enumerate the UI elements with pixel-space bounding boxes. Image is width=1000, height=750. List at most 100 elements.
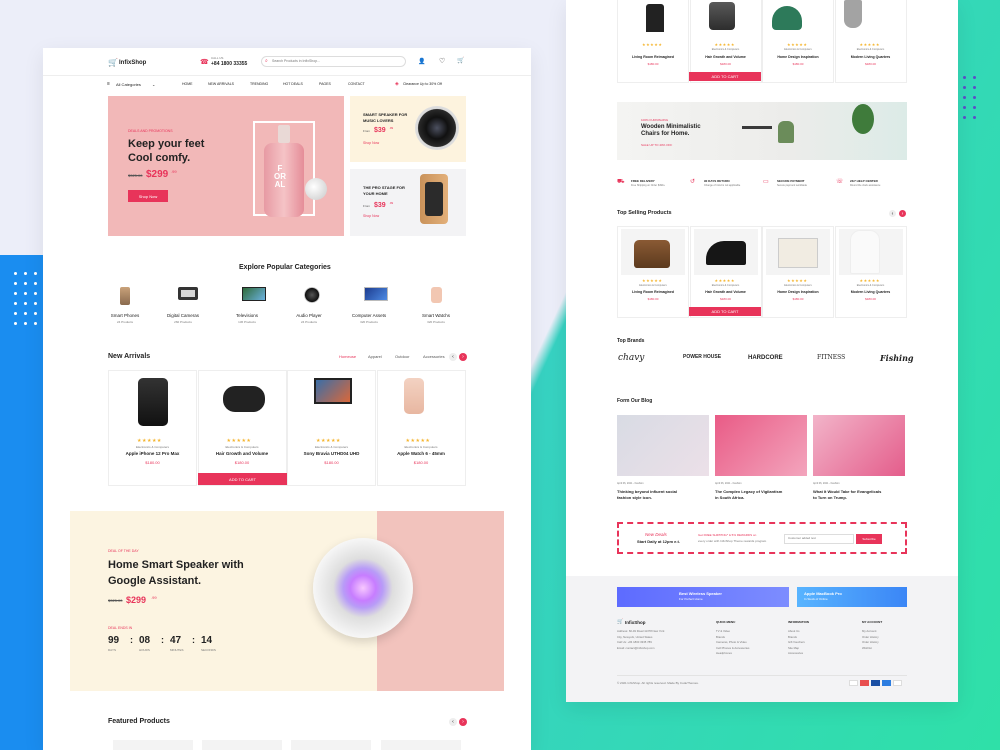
tab-homeuse[interactable]: Homeuse <box>339 355 356 359</box>
footer-link[interactable]: Cell Phones & Accessories <box>716 646 749 650</box>
featured-title: Featured Products <box>108 718 170 725</box>
featured-prev-button[interactable]: ‹ <box>449 718 457 726</box>
blog-image[interactable] <box>617 415 709 476</box>
category-name[interactable]: Digital Cameras <box>163 313 203 319</box>
category-name[interactable]: Smart Watchs <box>416 313 456 319</box>
nav-item-contact[interactable]: CONTACT <box>348 82 365 87</box>
side-banner-soundbar[interactable] <box>350 169 466 236</box>
top-selling-prev-button[interactable]: ‹ <box>889 210 896 217</box>
search-icon: ⌕ <box>265 58 268 64</box>
footer-link[interactable]: About Us <box>788 630 800 633</box>
product-name[interactable]: Modern Living Quarters <box>835 55 907 60</box>
product-name[interactable]: Apple iPhone 12 Pro Max <box>108 451 197 457</box>
watch-icon[interactable] <box>431 287 442 303</box>
product-image <box>646 4 664 32</box>
nav-item-hot-deals[interactable]: HOT DEALS <box>283 82 303 87</box>
speaker-icon[interactable] <box>304 287 320 303</box>
add-to-cart-button[interactable]: ADD TO CART <box>689 307 761 316</box>
add-to-cart-button[interactable]: ADD TO CART <box>198 473 287 485</box>
blog-image[interactable] <box>715 415 807 476</box>
tab-apparel[interactable]: Apparel <box>368 355 382 359</box>
product-name[interactable]: Hair Growth and Volume <box>198 451 287 457</box>
featured-card[interactable] <box>381 740 461 750</box>
heart-icon[interactable]: ♡ <box>439 57 445 65</box>
copyright: © 2021 InfixShop. All rights reserved. M… <box>617 681 699 685</box>
footer-link[interactable]: TV & Video <box>716 630 730 633</box>
user-icon[interactable]: 👤 <box>418 58 425 65</box>
promo-speaker-banner[interactable] <box>617 587 789 607</box>
blog-title-line1[interactable]: The Complex Legacy of Vigilantism <box>715 490 782 494</box>
product-name[interactable]: Living Room Reimagined <box>617 290 689 295</box>
nav-item-new-arrivals[interactable]: NEW ARRIVALS <box>208 82 234 87</box>
side-banner-2-link[interactable]: Shop Now <box>363 214 379 219</box>
footer-link[interactable]: Wishlist <box>862 646 872 650</box>
category-name[interactable]: Smart Phones <box>105 313 145 319</box>
blog-title-line1[interactable]: What It Would Take for Evangelicals <box>813 490 881 494</box>
footer-link[interactable]: Cameras, Photo & Video <box>716 641 747 644</box>
rating-stars: ★★★★★ <box>137 438 162 444</box>
footer-link[interactable]: Order History <box>862 641 879 644</box>
prev-arrow-button[interactable]: ‹ <box>449 353 457 361</box>
brand-power-house[interactable]: POWER HOUSE <box>683 355 721 360</box>
blog-title-line1[interactable]: Thinking beyond influent social <box>617 490 677 494</box>
featured-card[interactable] <box>202 740 282 750</box>
homepod-image <box>313 538 413 638</box>
blog-title-line2[interactable]: in South Africa. <box>715 496 744 500</box>
category-name[interactable]: Computer Assets <box>349 313 389 319</box>
phone-icon[interactable] <box>120 287 130 305</box>
footer-link[interactable]: Brands <box>716 635 725 639</box>
brand-fitness[interactable]: FITNESS <box>817 355 845 361</box>
category-name[interactable]: Televisions <box>227 313 267 319</box>
hero-shop-now-button[interactable]: Shop Now <box>128 190 168 202</box>
product-name[interactable]: Hair Growth and Volume <box>690 55 762 60</box>
tab-accessories[interactable]: Accessories <box>423 355 445 359</box>
footer-link[interactable]: My Account <box>862 630 876 633</box>
add-to-cart-button[interactable]: ADD TO CART <box>689 72 761 81</box>
featured-card[interactable] <box>291 740 371 750</box>
clearance-promo[interactable]: Clearance Up to 30% Off <box>403 82 442 87</box>
footer-link[interactable]: Order History <box>862 635 879 639</box>
product-image <box>706 241 746 265</box>
product-name[interactable]: Home Design Inspiration <box>762 290 834 295</box>
brand-logo[interactable]: InfixShop <box>119 60 146 66</box>
blog-title-line2[interactable]: to Turn on Trump. <box>813 496 847 500</box>
cart-icon[interactable]: 🛒 <box>457 57 464 64</box>
laptop-icon[interactable] <box>364 287 388 301</box>
category-name[interactable]: Audio Player <box>289 313 329 319</box>
next-arrow-button[interactable]: › <box>459 353 467 361</box>
tv-icon[interactable] <box>242 287 266 301</box>
tab-outdoor[interactable]: Outdoor <box>395 355 409 359</box>
footer-link[interactable]: Brands <box>788 635 797 639</box>
product-name[interactable]: Home Design Inspiration <box>762 55 834 60</box>
subscribe-button[interactable]: Subscribe <box>856 534 882 544</box>
brand-chavy[interactable]: chavy <box>618 354 644 363</box>
blog-title-line2[interactable]: fashion style icon. <box>617 496 652 500</box>
side-banner-1-link[interactable]: Shop Now <box>363 141 379 146</box>
footer-link[interactable]: Site Map <box>788 646 799 650</box>
nav-item-home[interactable]: HOME <box>182 82 193 87</box>
all-categories-dropdown[interactable]: All Categories <box>116 83 141 87</box>
side-banner-2-price: $39 <box>374 202 386 209</box>
footer-link[interactable]: Gift Vouchers <box>788 641 805 644</box>
menu-icon: ≡ <box>107 81 110 87</box>
nav-item-trending[interactable]: TRENDING <box>250 82 268 87</box>
search-input[interactable]: Search Products in InfixShop... <box>272 59 320 64</box>
product-category: Electronics & Computers <box>314 445 348 449</box>
brand-fishing[interactable]: Fishing <box>880 354 914 362</box>
product-price: $180.00 <box>720 297 731 301</box>
brand-hardcore[interactable]: HARDCORE <box>748 355 783 361</box>
product-name[interactable]: Apple Watch 6 - 45mm <box>377 451 466 457</box>
product-name[interactable]: Hair Growth and Volume <box>690 290 762 295</box>
blog-image[interactable] <box>813 415 905 476</box>
product-name[interactable]: Sony Bravia UTHD04 UHD <box>287 451 376 457</box>
featured-card[interactable] <box>113 740 193 750</box>
featured-next-button[interactable]: › <box>459 718 467 726</box>
product-name[interactable]: Modern Living Quarters <box>835 290 907 295</box>
nav-item-pages[interactable]: PAGES <box>319 82 331 87</box>
footer-link[interactable]: Headphones <box>716 652 732 655</box>
footer-link[interactable]: Accessories <box>788 652 803 655</box>
category-count: 260 Products <box>174 320 192 324</box>
top-selling-next-button[interactable]: › <box>899 210 906 217</box>
product-name[interactable]: Living Room Reimagined <box>617 55 689 60</box>
camera-icon[interactable] <box>178 287 198 300</box>
